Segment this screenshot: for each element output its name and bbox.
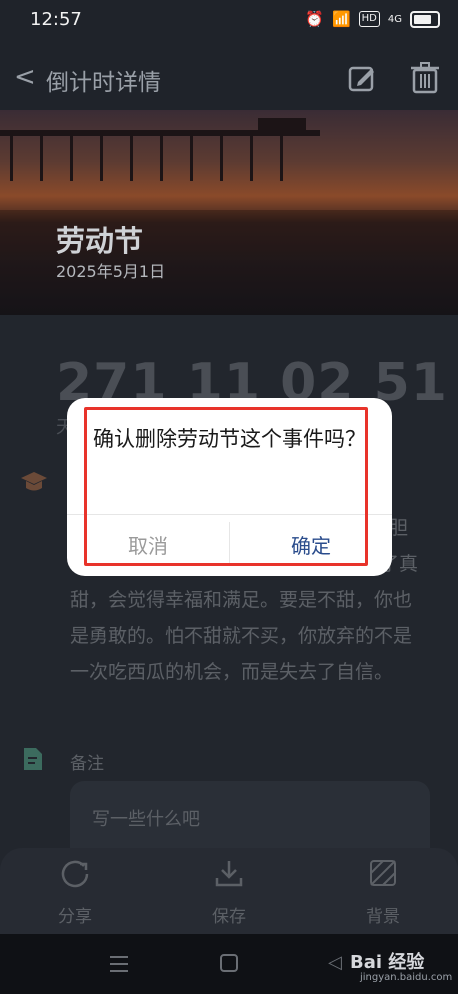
highlight-box [84,407,368,566]
